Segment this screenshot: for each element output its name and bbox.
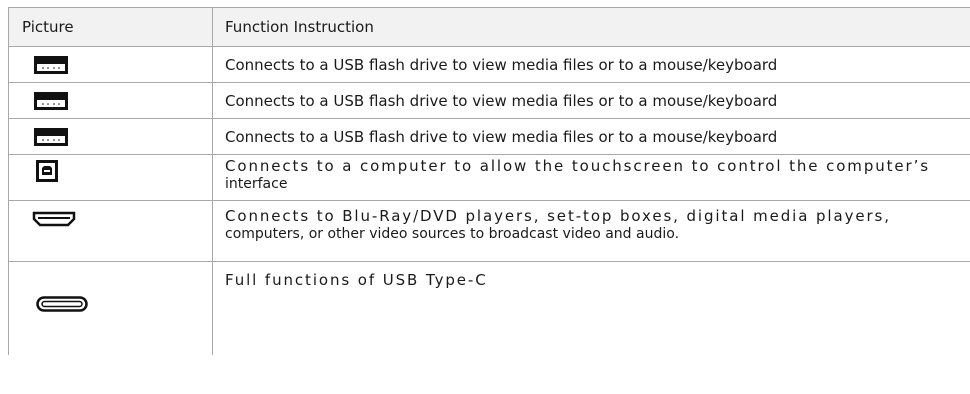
function-cell: Full functions of USB Type-C [212, 261, 970, 355]
function-text-line-1: Full functions of USB Type-C [225, 271, 488, 289]
function-cell: Connects to Blu-Ray/DVD players, set-top… [212, 200, 970, 262]
picture-cell [8, 82, 213, 119]
function-text-line-2: interface [225, 176, 288, 192]
table-row: Full functions of USB Type-C [8, 261, 970, 355]
usb-type-c-port-icon [36, 296, 88, 312]
function-text-line-1: Connects to Blu-Ray/DVD players, set-top… [225, 207, 891, 225]
table-row: Connects to Blu-Ray/DVD players, set-top… [8, 200, 970, 262]
picture-cell [8, 118, 213, 155]
usb-a-port-icon [34, 92, 68, 110]
usb-a-port-icon [34, 128, 68, 146]
usb-b-port-icon [36, 160, 58, 182]
hdmi-port-icon [32, 211, 76, 227]
table-row: Connects to a USB flash drive to view me… [8, 82, 970, 119]
function-cell: Connects to a USB flash drive to view me… [212, 82, 970, 119]
function-cell: Connects to a USB flash drive to view me… [212, 46, 970, 83]
header-picture: Picture [8, 7, 213, 47]
picture-cell [8, 261, 213, 355]
picture-cell [8, 154, 213, 201]
header-function-instruction: Function Instruction [212, 7, 970, 47]
usb-a-port-icon [34, 56, 68, 74]
port-function-table: Picture Function Instruction Connects to… [8, 7, 970, 355]
table-row: Connects to a USB flash drive to view me… [8, 46, 970, 83]
connector-table-page: Picture Function Instruction Connects to… [0, 0, 970, 394]
table-row: Connects to a USB flash drive to view me… [8, 118, 970, 155]
picture-cell [8, 200, 213, 262]
function-cell: Connects to a computer to allow the touc… [212, 154, 970, 201]
picture-cell [8, 46, 213, 83]
function-text-line-2: computers, or other video sources to bro… [225, 226, 680, 242]
table-header-row: Picture Function Instruction [8, 7, 970, 47]
table-row: Connects to a computer to allow the touc… [8, 154, 970, 201]
function-text-line-1: Connects to a computer to allow the touc… [225, 157, 931, 175]
function-cell: Connects to a USB flash drive to view me… [212, 118, 970, 155]
